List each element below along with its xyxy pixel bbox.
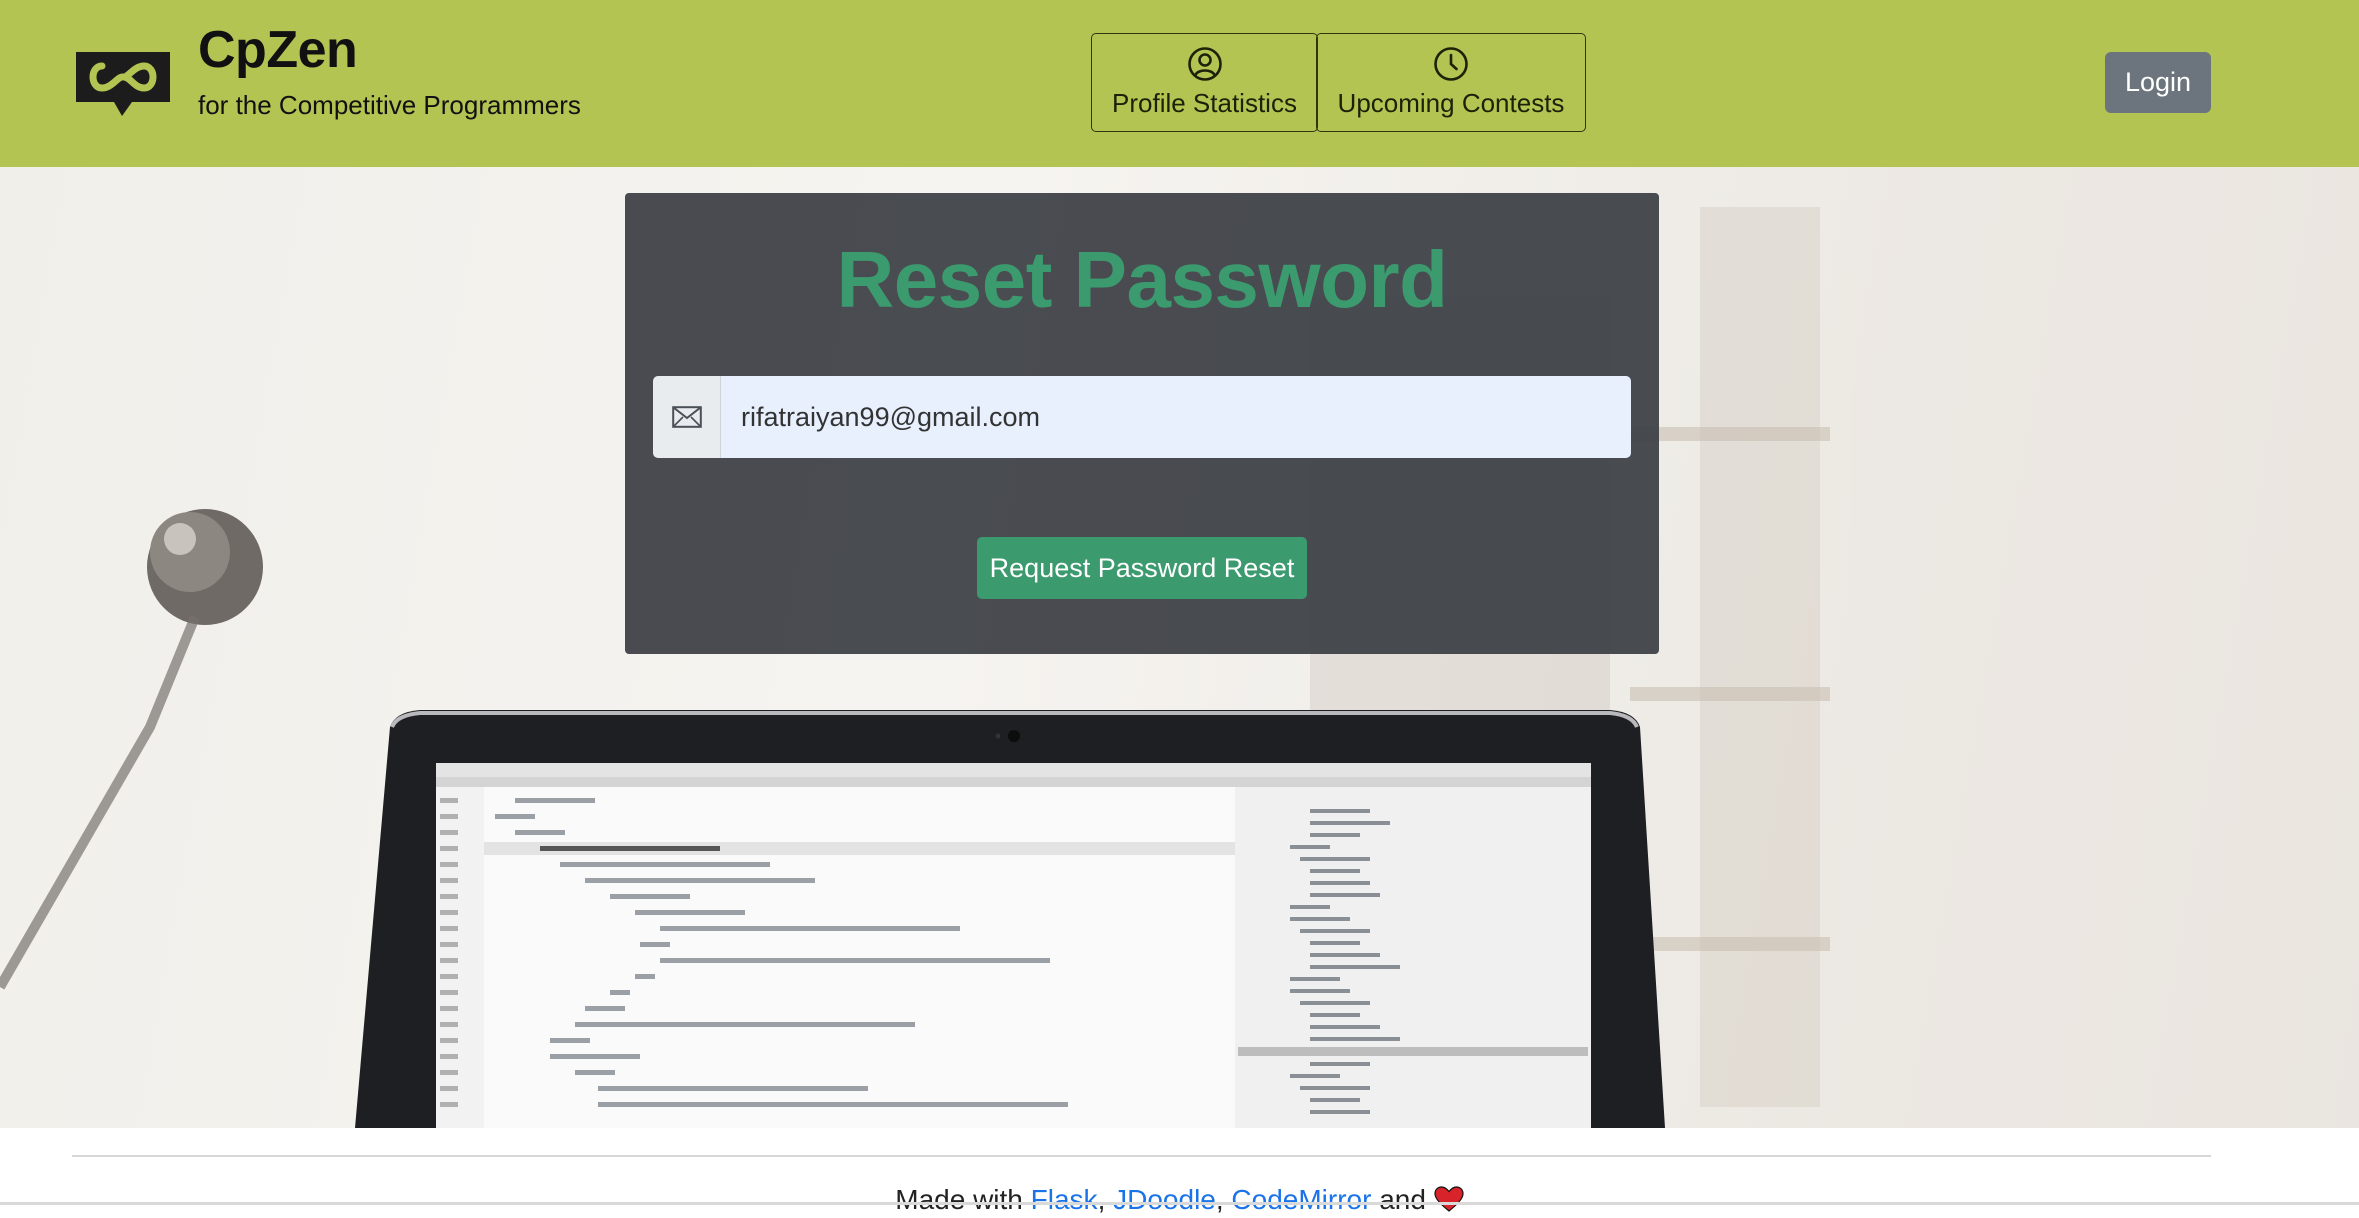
cpzen-logo-icon[interactable] [72, 46, 174, 118]
clock-icon [1434, 47, 1468, 81]
footer-divider [72, 1155, 2211, 1157]
email-input-group [653, 376, 1631, 458]
profile-statistics-label: Profile Statistics [1112, 88, 1297, 118]
email-addon [653, 376, 721, 458]
request-password-reset-button[interactable]: Request Password Reset [977, 537, 1307, 599]
upcoming-contests-label: Upcoming Contests [1337, 88, 1565, 118]
footer: Made with Flask, JDoodle, CodeMirror and [0, 1128, 2359, 1215]
footer-and: and [1379, 1184, 1426, 1215]
footer-prefix: Made with [895, 1184, 1023, 1215]
brand-tagline: for the Competitive Programmers [198, 90, 581, 120]
brand-title[interactable]: CpZen [198, 18, 358, 82]
footer-credits: Made with Flask, JDoodle, CodeMirror and [0, 1182, 2359, 1218]
email-field[interactable] [721, 376, 1631, 458]
codemirror-link[interactable]: CodeMirror [1231, 1184, 1371, 1215]
flask-link[interactable]: Flask [1031, 1184, 1098, 1215]
heart-icon [1434, 1186, 1464, 1212]
page-title: Reset Password [836, 235, 1448, 324]
upcoming-contests-button[interactable]: Upcoming Contests [1316, 33, 1586, 132]
jdoodle-link[interactable]: JDoodle [1113, 1184, 1216, 1215]
profile-statistics-button[interactable]: Profile Statistics [1091, 33, 1318, 132]
login-button[interactable]: Login [2105, 52, 2211, 113]
envelope-icon [671, 406, 702, 428]
top-navbar: CpZen for the Competitive Programmers Pr… [0, 0, 2359, 167]
user-circle-icon [1187, 47, 1222, 81]
